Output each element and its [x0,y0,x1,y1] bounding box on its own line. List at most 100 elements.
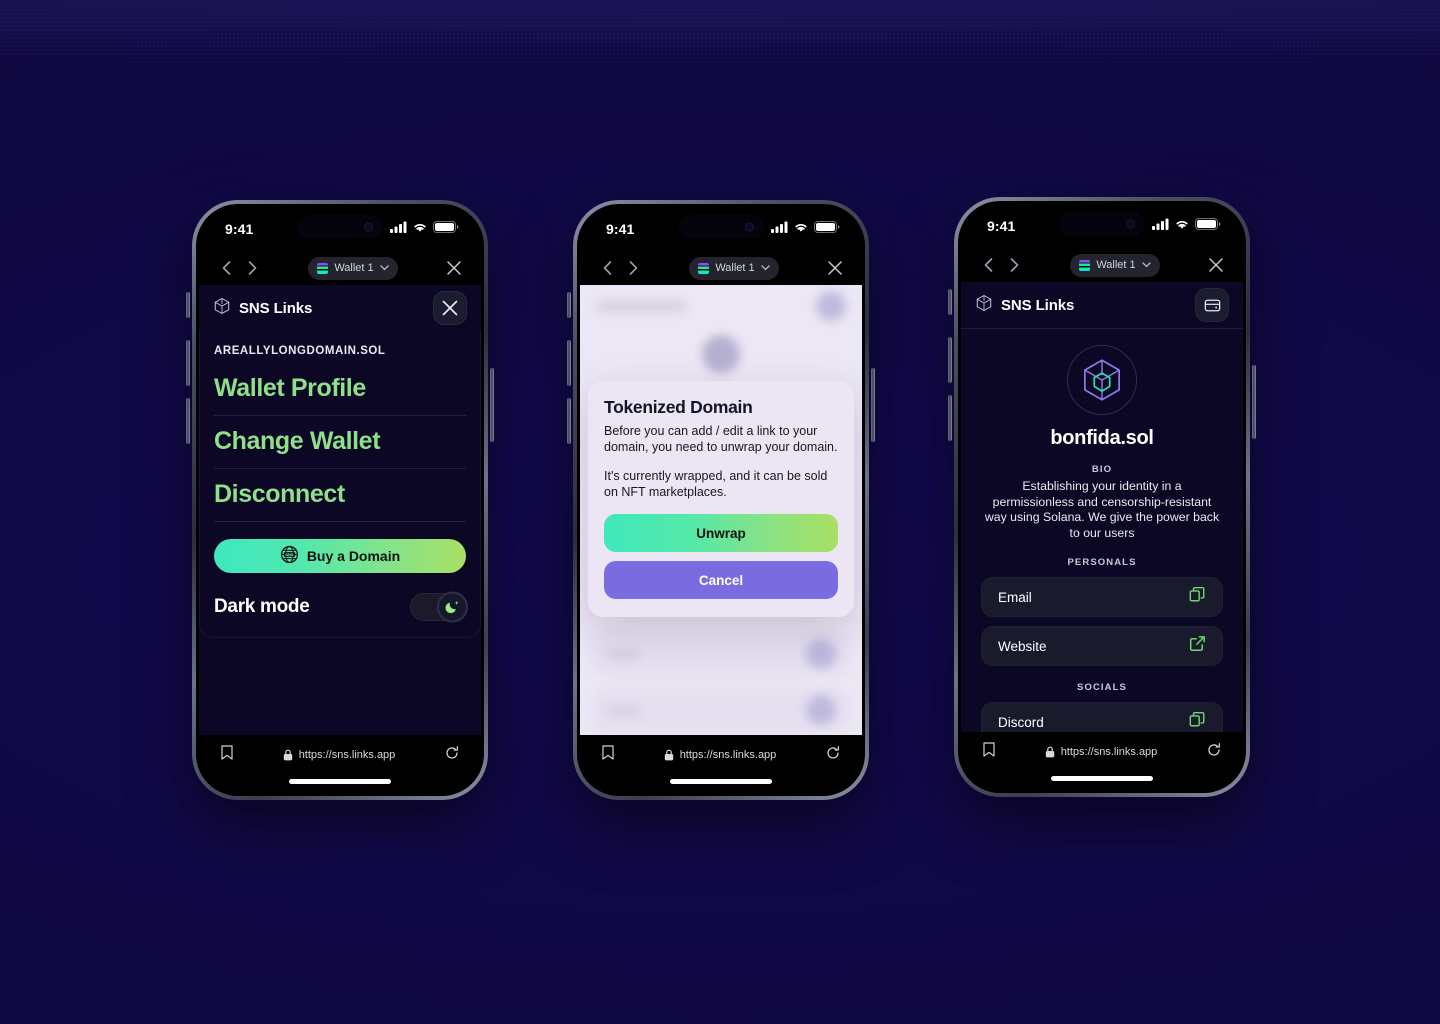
forward-icon[interactable] [622,257,644,279]
wifi-icon [1174,217,1190,235]
section-label-socials: SOCIALS [1077,682,1127,693]
forward-icon[interactable] [241,257,263,279]
profile-section: bonfida.sol BIO Establishing your identi… [961,329,1243,732]
copy-icon[interactable] [1189,586,1206,608]
bookmark-icon[interactable] [221,745,233,765]
reload-icon[interactable] [1207,742,1221,762]
app-brand-1: SNS Links [213,297,312,319]
cellular-signal-icon [1152,217,1169,235]
dark-mode-row: Dark mode [214,573,468,623]
phone3-power-button[interactable] [1252,365,1256,439]
url-display-2[interactable]: https://sns.links.app [664,749,776,761]
reload-icon[interactable] [826,745,840,765]
app-title-1: SNS Links [239,299,313,317]
phone-mockup-2: 9:41 Wallet 1 Tokenized Domain Before yo… [567,200,875,800]
home-indicator-3 [1051,776,1153,781]
phone2-power-button[interactable] [871,368,875,442]
chevron-down-icon [380,265,389,271]
buy-a-domain-button[interactable]: SNS Buy a Domain [214,539,466,573]
phone2-volume-down-button[interactable] [567,398,571,444]
back-icon[interactable] [215,257,237,279]
link-row-email[interactable]: Email [981,577,1223,617]
cancel-button[interactable]: Cancel [604,561,838,599]
phone1-power-button[interactable] [490,368,494,442]
browser-close-icon[interactable] [824,257,846,279]
blurred-avatar-icon [816,291,846,321]
wifi-icon [412,220,428,238]
url-display-3[interactable]: https://sns.links.app [1045,746,1158,758]
wallet-selector-pill[interactable]: Wallet 1 [689,256,779,280]
dynamic-island [297,215,383,239]
phone2-mute-button[interactable] [567,292,571,318]
dark-mode-toggle[interactable] [410,591,468,623]
phone1-volume-down-button[interactable] [186,398,190,444]
back-icon[interactable] [977,254,999,276]
forward-icon[interactable] [1003,254,1025,276]
close-icon [442,300,458,316]
phone3-volume-up-button[interactable] [948,337,952,383]
sns-cube-icon [1084,359,1120,401]
browser-top-bar-2: Wallet 1 [580,251,862,285]
link-row-website[interactable]: Website [981,626,1223,666]
unwrap-button[interactable]: Unwrap [604,514,838,552]
avatar [1067,345,1137,415]
wallet-menu-card: AREALLYLONGDOMAIN.SOL Wallet Profile Cha… [199,331,481,638]
dynamic-island-2 [678,215,764,239]
front-camera [364,222,373,232]
cellular-signal-icon [771,220,788,238]
phone1-mute-button[interactable] [186,292,190,318]
blurred-list-row [592,631,850,677]
status-bar-3: 9:41 [961,204,1243,248]
url-text: https://sns.links.app [1060,746,1158,758]
sns-cube-icon [213,297,231,319]
reload-icon[interactable] [445,745,459,765]
wallet-selector-pill[interactable]: Wallet 1 [1070,253,1160,277]
bookmark-icon[interactable] [602,745,614,765]
menu-item-disconnect[interactable]: Disconnect [214,469,466,522]
app-title-3: SNS Links [1001,296,1075,314]
app-header-1: SNS Links [199,285,481,331]
browser-top-bar-3: Wallet 1 [961,248,1243,282]
external-link-icon[interactable] [1189,635,1206,657]
close-panel-button[interactable] [433,291,467,325]
modal-paragraph-1: Before you can add / edit a link to your… [604,424,838,454]
phone1-volume-up-button[interactable] [186,340,190,386]
phone2-volume-up-button[interactable] [567,340,571,386]
link-row-discord[interactable]: Discord [981,702,1223,732]
wifi-icon [793,220,809,238]
modal-title: Tokenized Domain [604,397,753,417]
copy-icon[interactable] [1189,711,1206,732]
blurred-topbar [580,285,862,327]
menu-item-change-wallet[interactable]: Change Wallet [214,416,466,469]
link-label-email: Email [998,589,1032,605]
bookmark-icon[interactable] [983,742,995,762]
phone3-volume-down-button[interactable] [948,395,952,441]
chevron-down-icon [1142,262,1151,268]
app-content-3: SNS Links bonfida.sol BIO Establishing y… [961,282,1243,732]
bio-section-label: BIO [1091,464,1113,475]
blurred-profile-avatar [702,335,740,373]
home-indicator-2 [670,779,772,784]
phones-stage: 9:41 Wallet 1 SNS Links AREALLYLONGDOMAI… [0,0,1440,1024]
status-time: 9:41 [225,221,254,237]
lock-icon [1045,746,1054,758]
section-label-personals: PERSONALS [1067,557,1137,568]
browser-bottom-bar-2: https://sns.links.app [580,735,862,793]
menu-item-wallet-profile[interactable]: Wallet Profile [214,363,466,416]
status-bar-1: 9:41 [199,207,481,251]
blurred-list-row [592,687,850,733]
browser-close-icon[interactable] [443,257,465,279]
battery-icon [433,220,459,238]
phone3-mute-button[interactable] [948,289,952,315]
phone-mockup-3: 9:41 Wallet 1 SNS Links bonfida.sol BIO … [948,197,1256,797]
wallet-button[interactable] [1195,288,1229,322]
solana-wallet-icon [317,262,329,274]
solana-wallet-icon [1079,259,1091,271]
back-icon[interactable] [596,257,618,279]
url-display-1[interactable]: https://sns.links.app [283,749,396,761]
browser-close-icon[interactable] [1205,254,1227,276]
wallet-selector-pill[interactable]: Wallet 1 [308,256,398,280]
profile-domain-name: bonfida.sol [1050,427,1154,449]
sns-cube-icon [975,294,993,316]
url-text: https://sns.links.app [298,749,396,761]
